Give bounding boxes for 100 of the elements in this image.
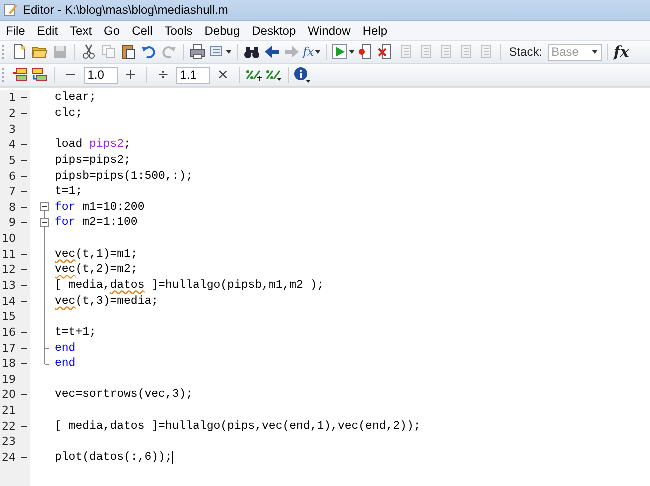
code-line: end: [55, 357, 76, 370]
fold-toggle-icon[interactable]: [40, 218, 49, 228]
function-button[interactable]: fx: [612, 42, 631, 62]
breakpoint-dash[interactable]: [21, 176, 27, 177]
window-title: Editor - K:\blog\mas\blog\mediashull.m: [23, 3, 228, 17]
clipboard-icon: [121, 44, 137, 60]
breakpoint-dash[interactable]: [21, 300, 27, 302]
code-line: plot(datos(:,6));: [55, 451, 172, 464]
line-number: 2: [8, 106, 16, 120]
breakpoint-dash[interactable]: [21, 97, 27, 98]
document-with-cross-icon: [378, 44, 394, 60]
line-number: 23: [1, 435, 16, 448]
menu-item[interactable]: Desktop: [246, 24, 302, 38]
menu-item[interactable]: Help: [356, 24, 394, 38]
dropdown-arrow-icon: [592, 50, 598, 54]
menu-item[interactable]: File: [0, 24, 32, 38]
breakpoint-dash[interactable]: [21, 144, 27, 146]
line-number: 7: [8, 185, 16, 198]
binoculars-icon: [244, 44, 260, 60]
toolbar-button[interactable]: [80, 42, 98, 62]
scissors-icon: [81, 44, 97, 60]
line-number: 14: [1, 294, 16, 308]
multiply-button[interactable]: ×: [212, 67, 234, 83]
menu-item[interactable]: Debug: [198, 24, 246, 38]
toolbar-button[interactable]: [332, 42, 356, 62]
line-number: 9: [8, 216, 16, 230]
breakpoint-dash[interactable]: [21, 112, 27, 114]
breakpoint-dash[interactable]: [21, 160, 27, 161]
breakpoint-dash[interactable]: [21, 426, 27, 427]
breakpoint-dash[interactable]: [21, 191, 27, 192]
play-icon: [332, 44, 348, 60]
code-line: t=1;: [55, 185, 83, 198]
line-number: 13: [1, 279, 16, 292]
line-number: 6: [8, 170, 16, 183]
line-number: 24: [1, 451, 16, 464]
line-number: 11: [1, 248, 16, 261]
printer-icon: [190, 44, 206, 60]
cell-insert-icon: [12, 67, 28, 83]
line-number: 16: [1, 326, 16, 339]
line-number: 10: [1, 232, 16, 246]
undo-icon: [141, 44, 157, 60]
code-line: vec(t,3)=media;: [55, 294, 159, 308]
menu-item[interactable]: Go: [98, 24, 126, 38]
line-number: 18: [1, 357, 16, 370]
code-line: for m2=1:100: [55, 216, 138, 230]
code-line: vec(t,2)=m2;: [55, 263, 138, 276]
line-number: 8: [8, 200, 16, 214]
left-arrow-icon: [264, 44, 280, 60]
decrement-button[interactable]: −: [60, 67, 82, 83]
toolbar-button[interactable]: [294, 65, 312, 85]
breakpoint-dash[interactable]: [21, 394, 27, 396]
line-number: 20: [1, 388, 16, 402]
code-line: [ media,datos ]=hullalgo(pipsb,m1,m2 );: [55, 279, 324, 292]
increment-button[interactable]: +: [120, 67, 142, 83]
line-number: 21: [1, 404, 16, 418]
stack-label: Stack:: [509, 45, 543, 59]
breakpoint-dash[interactable]: [21, 457, 27, 458]
menu-item[interactable]: Tools: [158, 24, 199, 38]
number-field[interactable]: 1.1: [176, 66, 210, 84]
breakpoint-dash[interactable]: [21, 254, 27, 255]
menu-item[interactable]: Cell: [126, 24, 159, 38]
line-number: 3: [8, 122, 16, 136]
line-number: 4: [8, 138, 16, 152]
divide-button[interactable]: ÷: [152, 67, 174, 83]
line-number: 17: [1, 342, 16, 355]
redo-icon: [161, 44, 177, 60]
line-number: 19: [1, 372, 16, 386]
breakpoint-dash[interactable]: [21, 348, 27, 349]
info-icon: [294, 67, 312, 83]
code-line: vec=sortrows(vec,3);: [55, 388, 194, 402]
line-number: 22: [1, 420, 16, 433]
menu-item[interactable]: Window: [302, 24, 357, 38]
line-number: 5: [8, 154, 16, 167]
code-line: clc;: [55, 106, 83, 120]
menu-item[interactable]: Edit: [31, 24, 64, 38]
line-number: 12: [1, 263, 16, 276]
breakpoint-dash[interactable]: [21, 222, 27, 224]
breakpoint-dash[interactable]: [21, 269, 27, 270]
code-line: t=t+1;: [55, 326, 96, 339]
code-line: pips=pips2;: [55, 154, 131, 167]
line-number: 15: [1, 310, 16, 324]
new-file-icon: [12, 44, 28, 60]
fold-toggle-icon[interactable]: [40, 202, 49, 212]
right-arrow-icon: [284, 44, 300, 60]
code-line: [ media,datos ]=hullalgo(pips,vec(end,1),vec(end,2));: [55, 420, 421, 433]
menu-item[interactable]: Text: [64, 24, 98, 38]
document-with-dot-icon: [358, 44, 374, 60]
code-line: pipsb=pips(1:500,:);: [55, 170, 194, 183]
copy-icon: [101, 44, 117, 60]
code-line: clear;: [55, 91, 96, 104]
breakpoint-dash[interactable]: [21, 363, 27, 364]
breakpoint-dash[interactable]: [21, 332, 27, 333]
code-line: for m1=10:200: [55, 200, 145, 214]
toolbar-button[interactable]: fx: [303, 42, 322, 62]
line-number: 1: [8, 91, 16, 104]
cell-split-icon: [32, 67, 48, 83]
pencil-document-icon: [4, 3, 18, 17]
breakpoint-dash[interactable]: [21, 206, 27, 208]
toolbar-button[interactable]: [189, 42, 207, 62]
number-field[interactable]: 1.0: [84, 66, 118, 84]
